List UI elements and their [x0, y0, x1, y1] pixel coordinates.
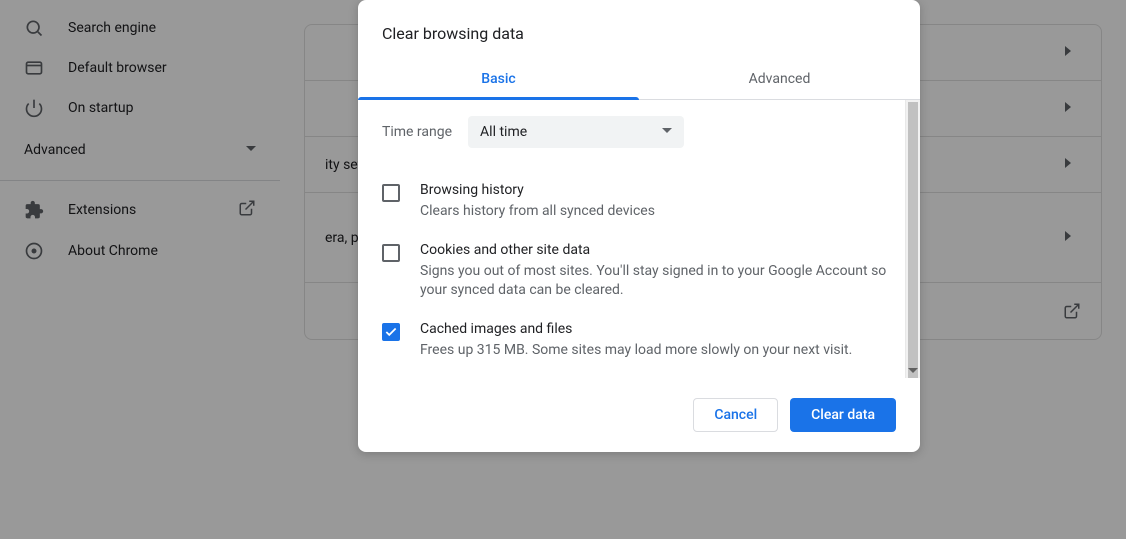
scrollbar-thumb[interactable]: [908, 102, 918, 378]
clear-browsing-data-dialog: Clear browsing data Basic Advanced Time …: [358, 0, 920, 452]
checkbox-cookies[interactable]: [382, 244, 400, 262]
dialog-title: Clear browsing data: [358, 0, 920, 59]
option-cookies: Cookies and other site data Signs you ou…: [382, 232, 896, 311]
dialog-tabs: Basic Advanced: [358, 59, 920, 100]
option-browsing-history: Browsing history Clears history from all…: [382, 172, 896, 232]
tab-advanced[interactable]: Advanced: [639, 59, 920, 99]
option-title: Cookies and other site data: [420, 242, 896, 258]
clear-data-button[interactable]: Clear data: [790, 398, 896, 432]
time-range-value: All time: [480, 124, 527, 140]
option-description: Signs you out of most sites. You'll stay…: [420, 262, 896, 301]
tab-basic[interactable]: Basic: [358, 59, 639, 99]
option-cached-images: Cached images and files Frees up 315 MB.…: [382, 311, 896, 371]
option-text: Cookies and other site data Signs you ou…: [420, 242, 896, 301]
checkbox-browsing-history[interactable]: [382, 184, 400, 202]
option-text: Browsing history Clears history from all…: [420, 182, 896, 222]
time-range-label: Time range: [382, 124, 452, 140]
option-text: Cached images and files Frees up 315 MB.…: [420, 321, 896, 361]
time-range-row: Time range All time: [382, 116, 896, 148]
option-description: Clears history from all synced devices: [420, 202, 896, 222]
dialog-body: Time range All time Browsing history Cle…: [358, 100, 920, 378]
dialog-footer: Cancel Clear data: [358, 378, 920, 452]
option-title: Browsing history: [420, 182, 896, 198]
checkbox-cached-images[interactable]: [382, 323, 400, 341]
dropdown-caret-icon: [662, 124, 672, 140]
scrollbar-down-icon[interactable]: [906, 363, 920, 378]
option-title: Cached images and files: [420, 321, 896, 337]
cancel-button[interactable]: Cancel: [693, 398, 778, 432]
time-range-select[interactable]: All time: [468, 116, 684, 148]
scrollbar-track[interactable]: [905, 100, 920, 378]
option-description: Frees up 315 MB. Some sites may load mor…: [420, 341, 896, 361]
